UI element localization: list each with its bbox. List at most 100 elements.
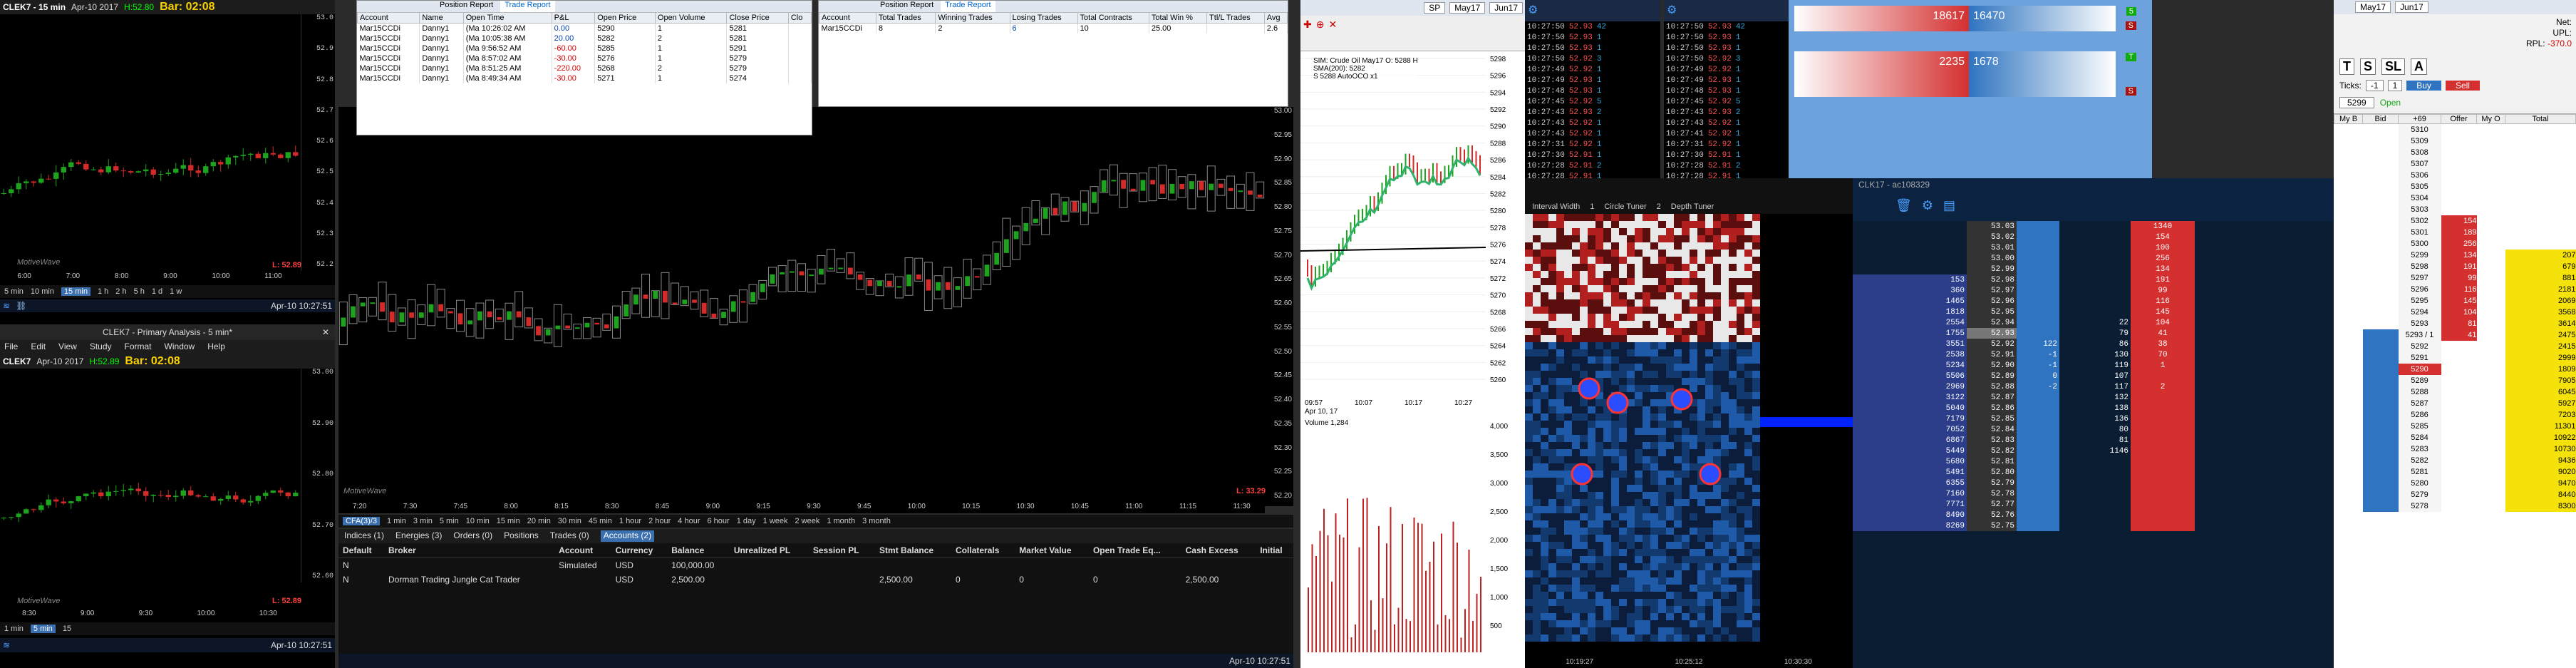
ladder-row[interactable]: 5296 116 2181	[2334, 283, 2576, 295]
my-bid-cell[interactable]	[2334, 364, 2363, 375]
column-header[interactable]: Open Time	[462, 12, 552, 24]
close-icon[interactable]: ✕	[322, 327, 329, 337]
price-cell[interactable]: 52.98	[1967, 274, 2017, 285]
column-header[interactable]: P&L	[551, 12, 596, 24]
price-cell[interactable]: 5285	[2398, 420, 2441, 432]
bid-cell[interactable]	[2362, 340, 2399, 352]
price-cell[interactable]: 5284	[2398, 431, 2441, 443]
price-cell[interactable]: 5307	[2398, 158, 2441, 170]
zoom-icon[interactable]: ⊕	[1316, 19, 1329, 30]
my-bid-cell[interactable]	[2334, 352, 2363, 364]
ladder-row[interactable]: 5302 154	[2334, 215, 2576, 227]
my-offer-cell[interactable]	[2477, 421, 2505, 432]
chart-icon[interactable]: ▤	[1943, 198, 1955, 215]
price-cell[interactable]: 52.97	[1967, 285, 2017, 296]
report-tab[interactable]: Trade Report	[500, 1, 555, 12]
bid-cell[interactable]	[2017, 435, 2059, 446]
price-cell[interactable]: 5279	[2398, 488, 2441, 500]
price-cell[interactable]: 5306	[2398, 169, 2441, 181]
bid-cell[interactable]	[2017, 296, 2059, 307]
order-type-button[interactable]: S	[2360, 58, 2376, 75]
timeframe-button[interactable]: 2 week	[795, 517, 819, 525]
my-offer-cell[interactable]	[2477, 181, 2505, 192]
price-cell[interactable]: 5303	[2398, 203, 2441, 215]
ask-cell[interactable]: 22	[2059, 317, 2131, 328]
ladder-row[interactable]: 5291 2999	[2334, 351, 2576, 364]
bid-cell[interactable]	[2017, 446, 2059, 456]
bid-cell[interactable]	[2362, 431, 2399, 443]
ladder-row[interactable]: 5304	[2334, 192, 2576, 204]
menu-item[interactable]: Window	[165, 341, 195, 353]
ask-cell[interactable]	[2059, 274, 2131, 285]
ladder-row[interactable]: 5285 11301	[2334, 420, 2576, 432]
ask-cell[interactable]: 86	[2059, 339, 2131, 349]
bid-cell[interactable]: -2	[2017, 381, 2059, 392]
ask-cell[interactable]: 1146	[2059, 446, 2131, 456]
bid-cell[interactable]	[2362, 169, 2399, 181]
column-header[interactable]: Stmt Balance	[875, 543, 952, 558]
contract-tab[interactable]: May17	[2355, 1, 2391, 13]
timeframe-button[interactable]: 1 day	[737, 517, 756, 525]
my-bid-cell[interactable]	[2334, 455, 2363, 466]
offer-cell[interactable]	[2441, 477, 2477, 489]
offer-cell[interactable]	[2441, 135, 2477, 147]
my-bid-cell[interactable]	[2334, 318, 2363, 329]
price-cell[interactable]: 5283	[2398, 443, 2441, 455]
dom-row[interactable]: 153 52.98 191	[1853, 274, 2334, 285]
bid-cell[interactable]	[2017, 467, 2059, 478]
table-row[interactable]: Mar15CCDi Danny1 (Ma 9:56:52 AM -60.00 5285 1…	[357, 43, 812, 53]
dom-row[interactable]: 7771 52.77	[1853, 499, 2334, 510]
price-cell[interactable]: 52.79	[1967, 478, 2017, 488]
my-bid-cell[interactable]	[2334, 284, 2363, 295]
my-bid-cell[interactable]	[2334, 329, 2363, 341]
ask-cell[interactable]	[2059, 285, 2131, 296]
contract-tab[interactable]: SP	[1424, 2, 1446, 14]
my-offer-cell[interactable]	[2477, 466, 2505, 478]
bid-cell[interactable]	[2362, 294, 2399, 307]
ask-cell[interactable]	[2059, 510, 2131, 520]
ask-volume[interactable]: 1340	[2131, 221, 2195, 232]
bid-cell[interactable]	[2017, 307, 2059, 317]
bid-cell[interactable]	[2362, 500, 2399, 512]
mini-price-chart[interactable]: 5298529652945292529052885286528452825280…	[1300, 51, 1525, 411]
ask-volume[interactable]	[2131, 446, 2195, 456]
table-row[interactable]: Mar15CCDi 8 2 6 10 25.00 2.6	[819, 23, 1288, 34]
ask-volume[interactable]: 191	[2131, 274, 2195, 285]
bid-cell[interactable]	[2362, 317, 2399, 329]
column-header[interactable]: Open Volume	[654, 12, 728, 24]
symbol-label[interactable]: CLEK7 - 15 min	[3, 2, 66, 12]
price-cell[interactable]: 5294	[2398, 306, 2441, 318]
timeframe-button[interactable]: 2 hour	[648, 517, 671, 525]
price-cell[interactable]: 53.01	[1967, 242, 2017, 253]
timeframe-button[interactable]: 1 d	[152, 287, 162, 296]
my-bid-cell[interactable]	[2334, 272, 2363, 284]
offer-cell[interactable]	[2441, 420, 2477, 432]
dom-row[interactable]: 5040 52.86 138	[1853, 403, 2334, 413]
ladder-row[interactable]: 5283 10730	[2334, 443, 2576, 455]
dom-row[interactable]: 5491 52.80	[1853, 467, 2334, 478]
offer-cell[interactable]	[2441, 158, 2477, 170]
my-offer-cell[interactable]	[2477, 489, 2505, 500]
price-cell[interactable]: 52.93	[1967, 328, 2017, 339]
bid-cell[interactable]	[2017, 488, 2059, 499]
offer-cell[interactable]	[2441, 397, 2477, 409]
offer-cell[interactable]	[2441, 408, 2477, 421]
column-header[interactable]: Winning Trades	[935, 12, 1010, 24]
bid-cell[interactable]	[2362, 135, 2399, 147]
my-bid-cell[interactable]	[2334, 295, 2363, 307]
ladder-row[interactable]: 5309	[2334, 135, 2576, 147]
my-bid-cell[interactable]	[2334, 489, 2363, 500]
offer-cell[interactable]: 191	[2441, 260, 2477, 272]
ask-cell[interactable]: 80	[2059, 424, 2131, 435]
timeframe-button[interactable]: 10 min	[466, 517, 490, 525]
my-bid-cell[interactable]	[2334, 478, 2363, 489]
timeframe-button[interactable]: 1 week	[763, 517, 788, 525]
ask-cell[interactable]: 136	[2059, 413, 2131, 424]
offer-cell[interactable]	[2441, 374, 2477, 386]
ask-volume[interactable]	[2131, 371, 2195, 381]
bid-cell[interactable]	[2017, 285, 2059, 296]
price-cell[interactable]: 5295	[2398, 294, 2441, 307]
period-tab[interactable]: CFA(3)/3	[343, 517, 381, 525]
contract-tab[interactable]: May17	[1449, 2, 1486, 14]
dom-row[interactable]: 5506 52.89 0 107	[1853, 371, 2334, 381]
